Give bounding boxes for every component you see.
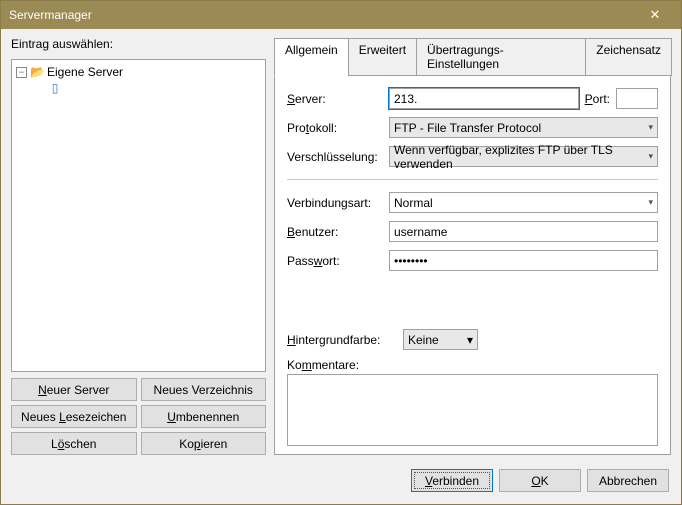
tab-general[interactable]: Allgemein [274, 38, 349, 76]
logontype-label: Verbindungsart: [287, 196, 383, 210]
tree-root-label: Eigene Server [47, 65, 123, 79]
window: Servermanager ✕ Eintrag auswählen: − 📂 E… [0, 0, 682, 505]
server-label: Server: [287, 92, 383, 106]
titlebar: Servermanager ✕ [1, 1, 681, 29]
upper-area: Eintrag auswählen: − 📂 Eigene Server ▯ N… [11, 37, 671, 455]
tree-child[interactable]: ▯ [14, 80, 263, 96]
server-input[interactable] [389, 88, 579, 109]
password-input[interactable] [389, 250, 658, 271]
ok-button[interactable]: OK [499, 469, 581, 492]
password-label: Passwort: [287, 254, 383, 268]
left-panel: Eintrag auswählen: − 📂 Eigene Server ▯ N… [11, 37, 266, 455]
new-bookmark-button[interactable]: Neues Lesezeichen [11, 405, 137, 428]
bgcolor-select[interactable]: Keine▾ [403, 329, 478, 350]
port-label: Port: [585, 92, 610, 106]
copy-button[interactable]: Kopieren [141, 432, 267, 455]
footer: Verbinden OK Abbrechen [11, 461, 671, 494]
user-input[interactable] [389, 221, 658, 242]
delete-button[interactable]: Löschen [11, 432, 137, 455]
logontype-select[interactable]: Normal▾ [389, 192, 658, 213]
port-input[interactable] [616, 88, 658, 109]
server-icon: ▯ [48, 81, 62, 95]
collapse-icon[interactable]: − [16, 67, 27, 78]
protocol-select[interactable]: FTP - File Transfer Protocol▾ [389, 117, 658, 138]
chevron-down-icon: ▾ [648, 122, 653, 133]
rename-button[interactable]: Umbenennen [141, 405, 267, 428]
select-entry-label: Eintrag auswählen: [11, 37, 266, 51]
content: Eintrag auswählen: − 📂 Eigene Server ▯ N… [1, 29, 681, 504]
window-title: Servermanager [9, 8, 637, 22]
tree-buttons: Neuer Server Neues Verzeichnis Neues Les… [11, 378, 266, 455]
protocol-label: Protokoll: [287, 121, 383, 135]
comments-label: Kommentare: [287, 358, 658, 372]
encryption-select[interactable]: Wenn verfügbar, explizites FTP über TLS … [389, 146, 658, 167]
tab-transfer[interactable]: Übertragungs-Einstellungen [416, 38, 586, 76]
folder-icon: 📂 [30, 65, 44, 79]
tree-root[interactable]: − 📂 Eigene Server [14, 64, 263, 80]
connect-button[interactable]: Verbinden [411, 469, 493, 492]
divider [287, 179, 658, 180]
tab-body: Server: Port: Protokoll: FTP - File Tran… [274, 75, 671, 455]
tree-child-label [65, 81, 68, 95]
tab-advanced[interactable]: Erweitert [348, 38, 417, 76]
chevron-down-icon: ▾ [648, 151, 653, 162]
tab-charset[interactable]: Zeichensatz [585, 38, 672, 76]
chevron-down-icon: ▾ [648, 197, 653, 208]
encryption-label: Verschlüsselung: [287, 150, 383, 164]
comments-textarea[interactable] [287, 374, 658, 446]
right-panel: Allgemein Erweitert Übertragungs-Einstel… [274, 37, 671, 455]
new-folder-button[interactable]: Neues Verzeichnis [141, 378, 267, 401]
cancel-button[interactable]: Abbrechen [587, 469, 669, 492]
tab-strip: Allgemein Erweitert Übertragungs-Einstel… [274, 38, 671, 76]
user-label: Benutzer: [287, 225, 383, 239]
bgcolor-label: Hintergrundfarbe: [287, 333, 397, 347]
close-icon[interactable]: ✕ [637, 7, 673, 23]
chevron-down-icon: ▾ [467, 333, 473, 347]
site-tree[interactable]: − 📂 Eigene Server ▯ [11, 59, 266, 372]
new-server-button[interactable]: Neuer Server [11, 378, 137, 401]
